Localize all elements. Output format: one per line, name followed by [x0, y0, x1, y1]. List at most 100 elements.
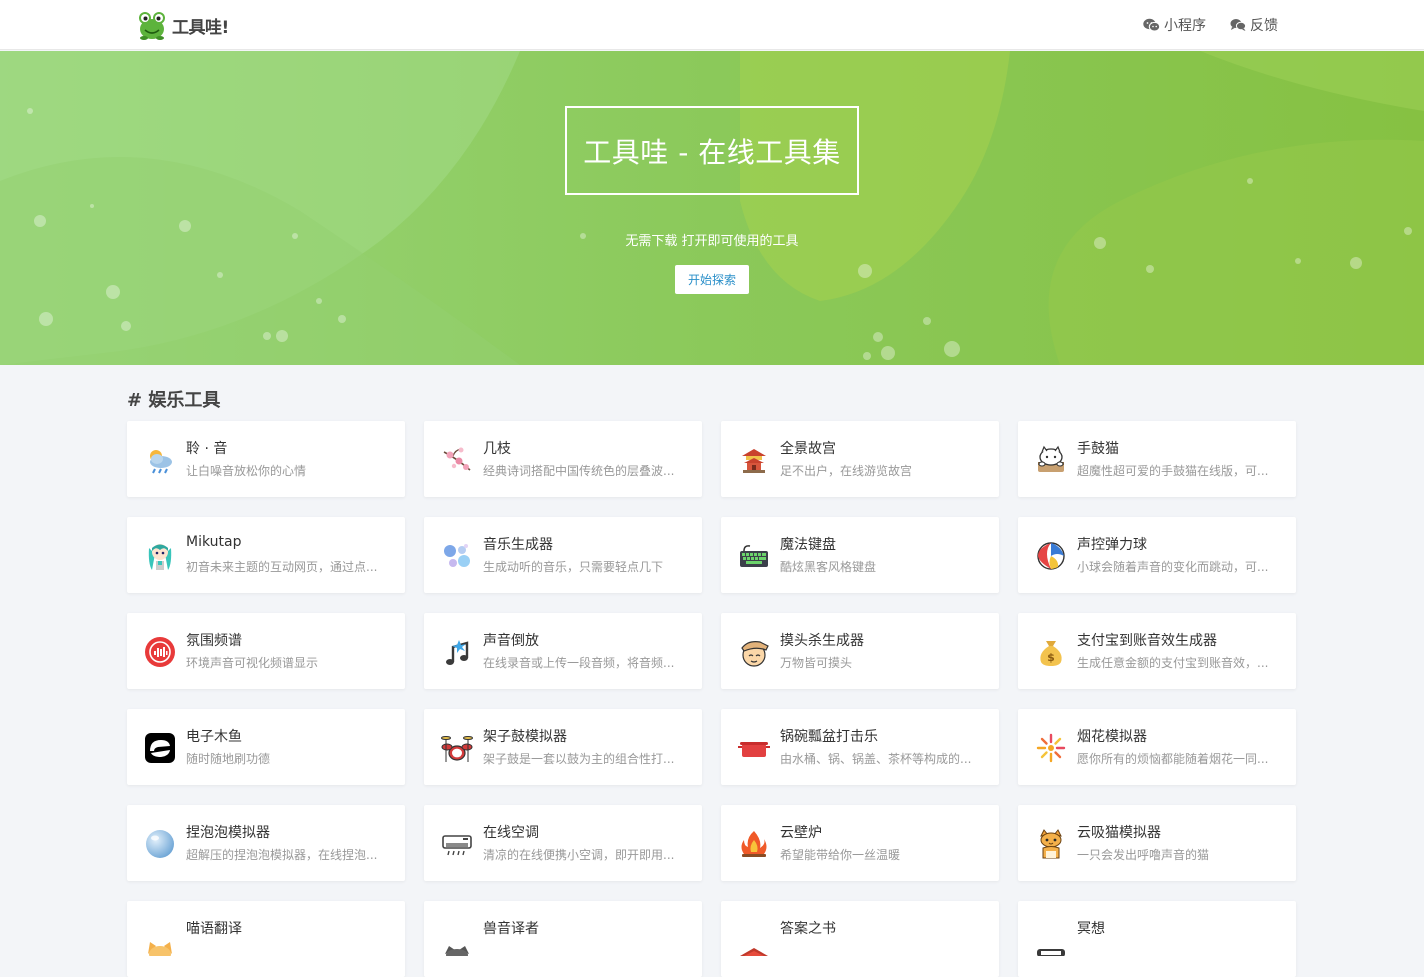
- hero-subtitle: 无需下载 打开即可使用的工具: [625, 234, 799, 249]
- tool-card[interactable]: 摸头杀生成器 万物皆可摸头: [721, 613, 999, 689]
- bubble-icon: [146, 830, 174, 858]
- tool-card-desc: 初音未来主题的互动网页，通过点...: [186, 560, 378, 574]
- palace-icon: [742, 449, 766, 473]
- tool-card-title: 几枝: [483, 441, 511, 457]
- brand-name: 工具哇!: [172, 17, 229, 38]
- tool-card[interactable]: 魔法键盘酷炫黑客风格键盘: [721, 517, 999, 593]
- tool-grid: 聆 · 音让白噪音放松你的心情 几枝 经典诗词搭配中国传统色的层叠波... 全景故宫足…: [127, 421, 1298, 977]
- firework-icon: [1036, 733, 1066, 763]
- frog-logo-icon: [139, 12, 165, 40]
- money-bag-icon: $: [1040, 641, 1062, 666]
- tool-card[interactable]: 云壁炉希望能带给你一丝温暖: [721, 805, 999, 881]
- pot-icon: [738, 742, 770, 757]
- brand-logo[interactable]: 工具哇!: [138, 9, 229, 41]
- tool-card[interactable]: 烟花模拟器愿你所有的烦恼都能随着烟花一同...: [1018, 709, 1296, 785]
- wooden-fish-icon: [145, 733, 175, 763]
- tool-card-title: 魔法键盘: [780, 537, 836, 553]
- tool-card-desc: 生成动听的音乐，只需要轻点几下: [483, 560, 664, 574]
- tool-card[interactable]: 音乐生成器生成动听的音乐，只需要轻点几下: [424, 517, 702, 593]
- tool-card[interactable]: 几枝 经典诗词搭配中国传统色的层叠波...: [424, 421, 702, 497]
- tool-card[interactable]: 架子鼓模拟器架子鼓是一套以鼓为主的组合性打...: [424, 709, 702, 785]
- tool-card[interactable]: 手鼓猫超魔性超可爱的手鼓猫在线版，可...: [1018, 421, 1296, 497]
- tool-card[interactable]: Mikutap 初音未来主题的互动网页，通过点...: [127, 517, 405, 593]
- tool-card[interactable]: 在线空调清凉的在线便携小空调，即开即用...: [424, 805, 702, 881]
- tool-card-desc: 超魔性超可爱的手鼓猫在线版，可...: [1077, 464, 1269, 478]
- tool-card[interactable]: 云吸猫模拟器一只会发出呼噜声音的猫: [1018, 805, 1296, 881]
- tool-card-desc: 在线录音或上传一段音频，将音频...: [483, 656, 675, 670]
- music-note-icon: [446, 640, 469, 665]
- tool-card-title: 烟花模拟器: [1077, 729, 1147, 745]
- tool-card[interactable]: 答案之书: [721, 901, 999, 977]
- tool-card-title: 手鼓猫: [1077, 441, 1119, 457]
- tool-card[interactable]: 电子木鱼 随时随地刷功德: [127, 709, 405, 785]
- book-icon: [740, 948, 768, 956]
- wechat-icon: [1143, 18, 1160, 32]
- tool-card-desc: 清凉的在线便携小空调，即开即用...: [483, 848, 675, 862]
- beast-icon: [445, 946, 469, 956]
- tool-card-desc: 足不出户，在线游览故宫: [780, 464, 913, 478]
- tool-card-title: 在线空调: [483, 825, 539, 841]
- tool-card[interactable]: 锅碗瓢盆打击乐 由水桶、锅、锅盖、茶杯等构成的...: [721, 709, 999, 785]
- tool-card-desc: 让白噪音放松你的心情: [186, 464, 307, 478]
- tool-card-title: 支付宝到账音效生成器: [1077, 633, 1217, 649]
- tool-card-title: 架子鼓模拟器: [483, 729, 567, 745]
- tool-card-title: 云壁炉: [780, 825, 822, 841]
- tool-card-desc: 希望能带给你一丝温暖: [780, 848, 901, 862]
- tool-card-title: 摸头杀生成器: [780, 633, 864, 649]
- fireplace-icon: [741, 831, 767, 857]
- tool-card[interactable]: 喵语翻译: [127, 901, 405, 977]
- beach-ball-icon: [1037, 542, 1065, 570]
- tool-card[interactable]: 聆 · 音让白噪音放松你的心情: [127, 421, 405, 497]
- tool-card-title: 电子木鱼: [186, 729, 242, 745]
- tool-card-title: 冥想: [1077, 921, 1105, 937]
- cat-face-icon: [148, 942, 172, 956]
- plum-blossom-icon: [443, 447, 471, 471]
- tool-card-desc: 架子鼓是一套以鼓为主的组合性打...: [483, 752, 675, 766]
- svg-text:$: $: [1047, 651, 1055, 664]
- nav-mini-program[interactable]: 小程序: [1143, 15, 1206, 35]
- tool-card-desc: 超解压的捏泡泡模拟器，在线捏泡...: [186, 848, 378, 862]
- air-conditioner-icon: [442, 835, 472, 856]
- tool-card-title: 氛围频谱: [186, 633, 242, 649]
- start-explore-button[interactable]: 开始探索: [675, 265, 749, 294]
- nav-feedback[interactable]: 反馈: [1230, 15, 1278, 35]
- tool-card-title: 锅碗瓢盆打击乐: [780, 729, 878, 745]
- section-title: # 娱乐工具: [127, 390, 221, 411]
- tool-card[interactable]: 声音倒放在线录音或上传一段音频，将音频...: [424, 613, 702, 689]
- tool-card-desc: 一只会发出呼噜声音的猫: [1077, 848, 1210, 862]
- tool-card[interactable]: 氛围频谱环境声音可视化频谱显示: [127, 613, 405, 689]
- top-navbar: 工具哇! 小程序 反馈: [0, 0, 1424, 50]
- cat-icon: [1040, 829, 1062, 859]
- tool-card[interactable]: 冥想: [1018, 901, 1296, 977]
- tool-card[interactable]: 声控弹力球 小球会随着声音的变化而跳动，可...: [1018, 517, 1296, 593]
- keyboard-icon: [740, 545, 768, 567]
- tool-card-title: 音乐生成器: [483, 537, 553, 553]
- hero-title: 工具哇 - 在线工具集: [565, 106, 859, 195]
- tool-card-title: 声音倒放: [483, 633, 539, 649]
- tool-card[interactable]: $ 支付宝到账音效生成器生成任意金额的支付宝到账音效，...: [1018, 613, 1296, 689]
- tool-card-desc: 愿你所有的烦恼都能随着烟花一同...: [1077, 752, 1269, 766]
- tool-card[interactable]: 兽音译者: [424, 901, 702, 977]
- tool-card-title: 云吸猫模拟器: [1077, 825, 1161, 841]
- nav-mini-program-label: 小程序: [1164, 18, 1206, 34]
- meditation-icon: [1037, 949, 1065, 956]
- drum-kit-icon: [441, 736, 473, 762]
- miku-icon: [148, 544, 172, 570]
- tool-card-desc: 环境声音可视化频谱显示: [186, 656, 319, 670]
- tool-card-title: 答案之书: [780, 921, 836, 937]
- rain-cloud-icon: [150, 450, 172, 474]
- tool-card-title: 喵语翻译: [186, 921, 242, 937]
- hero-banner: 工具哇 - 在线工具集 无需下载 打开即可使用的工具 开始探索: [0, 51, 1424, 365]
- tool-card-title: Mikutap: [186, 534, 242, 550]
- chat-bubbles-icon: [1230, 19, 1246, 31]
- tool-card[interactable]: 全景故宫足不出户，在线游览故宫: [721, 421, 999, 497]
- tool-card-desc: 万物皆可摸头: [780, 656, 853, 670]
- nav-feedback-label: 反馈: [1250, 18, 1278, 34]
- spectrum-icon: [145, 637, 175, 667]
- top-nav: 小程序 反馈: [1143, 15, 1278, 35]
- tool-card-title: 全景故宫: [780, 441, 836, 457]
- tool-card-desc: 酷炫黑客风格键盘: [780, 560, 877, 574]
- tool-card[interactable]: 捏泡泡模拟器 超解压的捏泡泡模拟器，在线捏泡...: [127, 805, 405, 881]
- tool-card-desc: 生成任意金额的支付宝到账音效，...: [1077, 656, 1269, 670]
- tool-card-desc: 小球会随着声音的变化而跳动，可...: [1077, 560, 1269, 574]
